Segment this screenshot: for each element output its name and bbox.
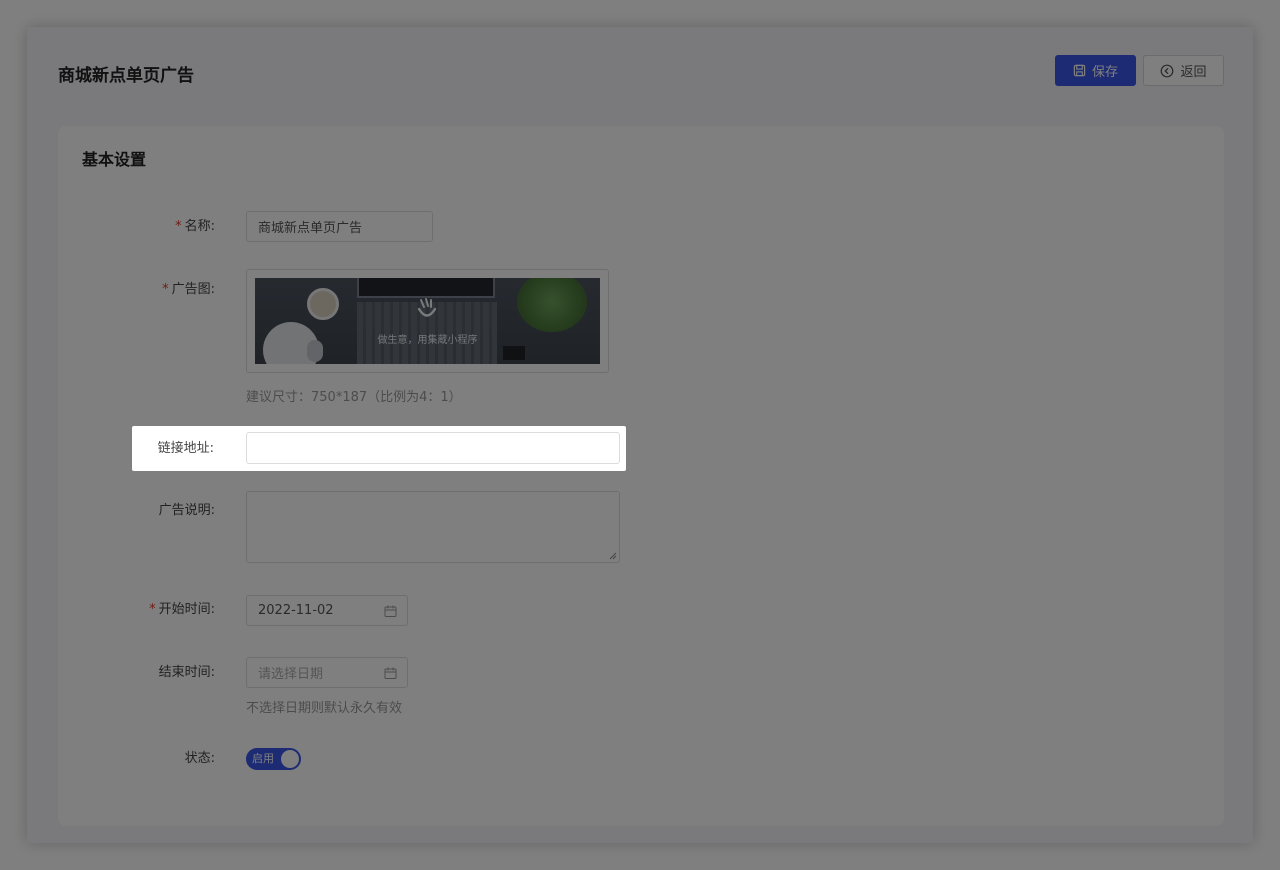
back-circle-icon: [1161, 64, 1174, 77]
save-button-label: 保存: [1091, 65, 1118, 80]
save-button[interactable]: 保存: [1055, 55, 1136, 86]
link-label: 链接地址:: [157, 441, 214, 456]
required-mark: *: [162, 282, 169, 297]
page-title: 商城新点单页广告: [58, 66, 194, 86]
calendar-icon: [384, 667, 397, 679]
ad-image-hint: 建议尺寸：750*187（比例为4：1）: [246, 390, 462, 405]
highlighted-link-field: 链接地址:: [132, 426, 626, 471]
start-date-value: 2022-11-02: [258, 603, 334, 618]
back-button[interactable]: 返回: [1143, 55, 1224, 86]
name-input-value: 商城新点单页广告: [258, 221, 363, 236]
required-mark: *: [175, 219, 182, 234]
ad-banner-image: 做生意，用集蔵小程序: [255, 278, 600, 364]
cup-shape: [307, 288, 339, 320]
link-input[interactable]: [246, 432, 620, 464]
status-toggle-label: 启用: [252, 752, 274, 765]
toggle-knob: [281, 750, 299, 768]
calendar-icon: [384, 605, 397, 617]
card-title: 基本设置: [82, 150, 147, 169]
end-time-label: 结束时间:: [158, 665, 215, 680]
banner-slogan: 做生意，用集蔵小程序: [377, 335, 478, 346]
start-date-picker[interactable]: 2022-11-02: [246, 595, 408, 626]
name-label: * 名称:: [175, 219, 215, 234]
laptop-screen-shape: [357, 278, 495, 298]
end-date-picker[interactable]: 请选择日期: [246, 657, 408, 688]
description-label: 广告说明:: [158, 503, 215, 518]
ad-image-label: * 广告图:: [162, 282, 215, 297]
status-toggle[interactable]: 启用: [246, 748, 301, 770]
start-time-label: * 开始时间:: [149, 602, 215, 617]
description-textarea[interactable]: [246, 491, 620, 563]
end-time-hint: 不选择日期则默认永久有效: [246, 701, 403, 716]
back-button-label: 返回: [1180, 65, 1207, 80]
name-input[interactable]: 商城新点单页广告: [246, 211, 433, 242]
plant-shape: [517, 278, 587, 332]
brand-logo-icon: [417, 298, 437, 317]
ad-image-upload[interactable]: 做生意，用集蔵小程序: [246, 269, 609, 373]
end-date-placeholder: 请选择日期: [258, 667, 324, 682]
resize-handle-icon[interactable]: [609, 552, 617, 560]
basic-settings-card: 基本设置 * 名称: 商城新点单页广告 * 广告图: 做生意，用集蔵小程序 建议…: [58, 126, 1224, 826]
phone-shape: [503, 346, 525, 360]
save-icon: [1073, 64, 1086, 77]
status-label: 状态:: [184, 751, 215, 766]
required-mark: *: [149, 602, 156, 617]
